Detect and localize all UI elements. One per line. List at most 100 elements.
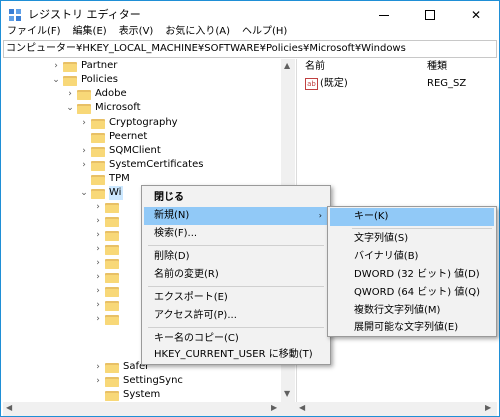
folder-icon	[91, 174, 105, 185]
menu-bar: ファイル(F) 編集(E) 表示(V) お気に入り(A) ヘルプ(H)	[1, 23, 499, 41]
expand-chevron-icon[interactable]: ›	[51, 59, 61, 73]
menu-file[interactable]: ファイル(F)	[1, 23, 67, 41]
folder-icon	[105, 272, 119, 283]
tree-item-label: Adobe	[95, 88, 127, 99]
folder-icon	[105, 258, 119, 269]
expand-chevron-icon[interactable]: ›	[79, 158, 89, 172]
value-type: REG_SZ	[427, 78, 467, 89]
sub-item-multi-string-value[interactable]: 複数行文字列値(M)	[330, 302, 494, 320]
tree-item-hidden[interactable]: ›	[93, 270, 123, 284]
ctx-item-permissions[interactable]: アクセス許可(P)...	[144, 307, 328, 325]
scroll-up-icon[interactable]: ▲	[284, 61, 290, 70]
sub-item-dword-value[interactable]: DWORD (32 ビット) 値(D)	[330, 266, 494, 284]
tree-item-settingsync[interactable]: › SettingSync	[93, 374, 183, 388]
scroll-left-icon[interactable]: ◀	[6, 403, 12, 412]
tree-item-hidden[interactable]: ›	[93, 228, 123, 242]
tree-item-tpm[interactable]: TPM	[79, 172, 130, 186]
tree-item-system[interactable]: System	[93, 388, 160, 402]
expand-chevron-icon[interactable]: ›	[93, 270, 103, 284]
tree-item-peernet[interactable]: Peernet	[79, 130, 147, 144]
expand-chevron-icon[interactable]: ›	[93, 360, 103, 374]
collapse-chevron-icon[interactable]: ⌄	[51, 73, 61, 87]
tree-item-partner[interactable]: › Partner	[51, 59, 117, 73]
column-header-type[interactable]: 種類	[427, 59, 447, 75]
ctx-item-label: 新規(N)	[154, 210, 190, 221]
sub-item-binary-value[interactable]: バイナリ値(B)	[330, 248, 494, 266]
folder-icon	[105, 300, 119, 311]
tree-item-microsoft[interactable]: ⌄ Microsoft	[65, 101, 141, 115]
expand-chevron-icon[interactable]: ›	[93, 284, 103, 298]
ctx-item-find[interactable]: 検索(F)...	[144, 225, 328, 243]
folder-icon	[91, 132, 105, 143]
tree-item-hidden[interactable]: ›	[93, 256, 123, 270]
tree-item-hidden[interactable]: ›	[93, 242, 123, 256]
tree-item-label: SystemCertificates	[109, 159, 204, 170]
tree-item-label: Cryptography	[109, 117, 178, 128]
expand-chevron-icon[interactable]: ›	[65, 87, 75, 101]
address-bar[interactable]: コンピューター¥HKEY_LOCAL_MACHINE¥SOFTWARE¥Poli…	[3, 40, 497, 58]
scroll-down-icon[interactable]: ▼	[284, 389, 290, 398]
value-row[interactable]: ab (既定) REG_SZ	[299, 77, 497, 91]
sub-item-qword-value[interactable]: QWORD (64 ビット) 値(Q)	[330, 284, 494, 302]
expand-chevron-icon[interactable]: ›	[93, 242, 103, 256]
ctx-item-rename[interactable]: 名前の変更(R)	[144, 266, 328, 284]
tree-item-label: Microsoft	[95, 102, 141, 113]
registry-editor-window: レジストリ エディター ✕ ファイル(F) 編集(E) 表示(V) お気に入り(…	[0, 0, 500, 417]
string-value-icon: ab	[305, 78, 318, 90]
scroll-left-icon[interactable]: ◀	[299, 403, 305, 412]
menu-view[interactable]: 表示(V)	[113, 23, 160, 41]
expand-chevron-icon[interactable]: ›	[93, 228, 103, 242]
tree-item-hidden[interactable]: ›	[93, 298, 123, 312]
tree-item-sqmclient[interactable]: › SQMClient	[79, 144, 161, 158]
tree-item-windows-selected[interactable]: ⌄ Wi	[79, 186, 124, 200]
tree-item-systemcertificates[interactable]: › SystemCertificates	[79, 158, 203, 172]
tree-item-label: Partner	[81, 60, 118, 71]
expand-chevron-icon[interactable]: ›	[79, 144, 89, 158]
expand-chevron-icon[interactable]: ›	[93, 312, 103, 326]
folder-icon	[105, 230, 119, 241]
column-header-name[interactable]: 名前	[305, 59, 325, 75]
sub-item-expandable-string-value[interactable]: 展開可能な文字列値(E)	[330, 319, 494, 337]
sub-item-string-value[interactable]: 文字列値(S)	[330, 230, 494, 248]
tree-item-adobe[interactable]: › Adobe	[65, 87, 127, 101]
sub-item-key[interactable]: キー(K)	[330, 208, 494, 226]
expand-chevron-icon[interactable]: ›	[93, 374, 103, 388]
ctx-item-new[interactable]: 新規(N) ›	[144, 207, 328, 225]
expand-chevron-icon[interactable]: ›	[93, 214, 103, 228]
minimize-icon	[379, 14, 389, 16]
menu-separator	[148, 327, 324, 328]
folder-icon	[105, 362, 119, 373]
tree-item-label: TPM	[109, 173, 130, 184]
ctx-item-close[interactable]: 閉じる	[144, 189, 328, 207]
expand-chevron-icon[interactable]: ›	[93, 200, 103, 214]
menu-favorites[interactable]: お気に入り(A)	[159, 23, 236, 41]
ctx-item-goto-hkcu[interactable]: HKEY_CURRENT_USER に移動(T)	[144, 346, 328, 364]
menu-edit[interactable]: 編集(E)	[67, 23, 113, 41]
ctx-item-delete[interactable]: 削除(D)	[144, 248, 328, 266]
folder-icon	[91, 160, 105, 171]
menu-separator	[352, 228, 492, 229]
tree-item-hidden[interactable]: ›	[93, 312, 123, 326]
collapse-chevron-icon[interactable]: ⌄	[65, 101, 75, 115]
horizontal-scrollbar[interactable]: ◀ ▶ ◀ ▶	[3, 402, 497, 416]
tree-item-label: Policies	[81, 74, 118, 85]
ctx-item-export[interactable]: エクスポート(E)	[144, 289, 328, 307]
expand-chevron-icon[interactable]: ›	[93, 298, 103, 312]
tree-item-cryptography[interactable]: › Cryptography	[79, 116, 178, 130]
tree-item-hidden[interactable]: ›	[93, 200, 123, 214]
collapse-chevron-icon[interactable]: ⌄	[79, 186, 89, 200]
folder-icon	[105, 390, 119, 401]
menu-help[interactable]: ヘルプ(H)	[236, 23, 293, 41]
tree-item-hidden[interactable]: ›	[93, 214, 123, 228]
tree-item-policies[interactable]: ⌄ Policies	[51, 73, 118, 87]
folder-icon	[105, 244, 119, 255]
tree-item-label: Peernet	[109, 131, 148, 142]
scroll-right-icon[interactable]: ▶	[485, 403, 491, 412]
folder-icon	[91, 146, 105, 157]
scroll-right-icon[interactable]: ▶	[271, 403, 277, 412]
tree-item-label: System	[123, 389, 161, 400]
folder-icon	[105, 286, 119, 297]
expand-chevron-icon[interactable]: ›	[79, 116, 89, 130]
expand-chevron-icon[interactable]: ›	[93, 256, 103, 270]
tree-item-hidden[interactable]: ›	[93, 284, 123, 298]
